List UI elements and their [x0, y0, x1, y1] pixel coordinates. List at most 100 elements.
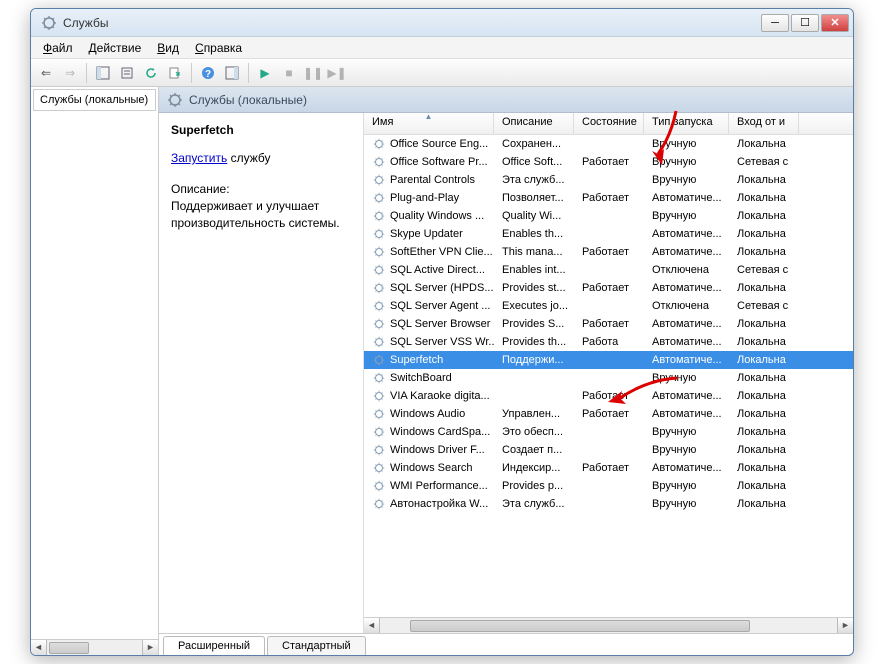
service-row[interactable]: Plug-and-PlayПозволяет...РаботаетАвтомат…: [364, 189, 853, 207]
service-row[interactable]: WMI Performance...Provides p...ВручнуюЛо…: [364, 477, 853, 495]
service-row[interactable]: SoftEther VPN Clie...This mana...Работае…: [364, 243, 853, 261]
cell-startup: Вручную: [644, 443, 729, 457]
minimize-button[interactable]: ─: [761, 14, 789, 32]
cell-name: Office Source Eng...: [364, 136, 494, 152]
service-row[interactable]: SQL Server Agent ...Executes jo...Отключ…: [364, 297, 853, 315]
cell-desc: This mana...: [494, 245, 574, 259]
cell-desc: Поддержи...: [494, 353, 574, 367]
maximize-button[interactable]: ☐: [791, 14, 819, 32]
services-window: Службы ─ ☐ ✕ Файл Действие Вид Справка ⇐…: [30, 8, 854, 656]
list-hscrollbar[interactable]: ◄ ►: [364, 617, 853, 633]
menu-view[interactable]: Вид: [149, 39, 187, 57]
service-row[interactable]: Skype UpdaterEnables th...Автоматиче...Л…: [364, 225, 853, 243]
service-row[interactable]: Office Source Eng...Сохранен...ВручнуюЛо…: [364, 135, 853, 153]
service-row[interactable]: SwitchBoardВручнуюЛокальна: [364, 369, 853, 387]
cell-startup: Вручную: [644, 209, 729, 223]
cell-logon: Сетевая с: [729, 263, 799, 277]
forward-button[interactable]: ⇒: [59, 62, 81, 84]
properties-button[interactable]: [116, 62, 138, 84]
cell-status: Работа: [574, 335, 644, 349]
start-link[interactable]: Запустить: [171, 151, 227, 165]
cell-logon: Локальна: [729, 281, 799, 295]
close-button[interactable]: ✕: [821, 14, 849, 32]
cell-desc: Создает п...: [494, 443, 574, 457]
show-hide-tree-button[interactable]: [92, 62, 114, 84]
scroll-left-icon[interactable]: ◄: [31, 640, 47, 656]
view-tabs: Расширенный Стандартный: [159, 633, 853, 655]
list-body[interactable]: Office Source Eng...Сохранен...ВручнуюЛо…: [364, 135, 853, 617]
service-row[interactable]: Office Software Pr...Office Soft...Работ…: [364, 153, 853, 171]
cell-startup: Вручную: [644, 137, 729, 151]
help-button[interactable]: ?: [197, 62, 219, 84]
col-startup[interactable]: Тип запуска: [644, 113, 729, 134]
refresh-button[interactable]: [140, 62, 162, 84]
tree-root-item[interactable]: Службы (локальные): [33, 89, 156, 111]
service-row[interactable]: Автонастройка W...Эта служб...ВручнуюЛок…: [364, 495, 853, 513]
scroll-right-icon[interactable]: ►: [142, 640, 158, 656]
pause-service-button[interactable]: ❚❚: [302, 62, 324, 84]
show-hide-action-button[interactable]: [221, 62, 243, 84]
cell-status: [574, 449, 644, 451]
tab-extended[interactable]: Расширенный: [163, 636, 265, 655]
cell-logon: Локальна: [729, 371, 799, 385]
restart-service-button[interactable]: ▶❚: [326, 62, 348, 84]
scroll-thumb[interactable]: [410, 620, 750, 632]
col-logon[interactable]: Вход от и: [729, 113, 799, 134]
cell-logon: Локальна: [729, 389, 799, 403]
cell-logon: Локальна: [729, 425, 799, 439]
cell-desc: Enables th...: [494, 227, 574, 241]
app-icon: [41, 15, 57, 31]
content-area: Службы (локальные) ◄ ► Службы (локальные…: [31, 87, 853, 655]
service-row[interactable]: SQL Server VSS Wr...Provides th...Работа…: [364, 333, 853, 351]
scroll-thumb[interactable]: [49, 642, 89, 654]
cell-desc: [494, 395, 574, 397]
service-row[interactable]: Windows SearchИндексир...РаботаетАвтомат…: [364, 459, 853, 477]
cell-desc: Позволяет...: [494, 191, 574, 205]
cell-desc: Это обесп...: [494, 425, 574, 439]
start-service-button[interactable]: ▶: [254, 62, 276, 84]
cell-desc: Provides th...: [494, 335, 574, 349]
cell-startup: Автоматиче...: [644, 245, 729, 259]
cell-name: Windows Search: [364, 460, 494, 476]
export-button[interactable]: [164, 62, 186, 84]
cell-desc: Индексир...: [494, 461, 574, 475]
col-status[interactable]: Состояние: [574, 113, 644, 134]
service-row[interactable]: SuperfetchПоддержи...Автоматиче...Локаль…: [364, 351, 853, 369]
service-row[interactable]: SQL Server (HPDS...Provides st...Работае…: [364, 279, 853, 297]
menu-file[interactable]: Файл: [35, 39, 81, 57]
cell-startup: Отключена: [644, 299, 729, 313]
service-row[interactable]: VIA Karaoke digita...РаботаетАвтоматиче.…: [364, 387, 853, 405]
separator: [191, 63, 192, 83]
cell-logon: Локальна: [729, 407, 799, 421]
service-row[interactable]: Windows AudioУправлен...РаботаетАвтомати…: [364, 405, 853, 423]
scroll-right-icon[interactable]: ►: [837, 618, 853, 633]
right-body: Superfetch Запустить службу Описание: По…: [159, 113, 853, 633]
col-desc[interactable]: Описание: [494, 113, 574, 134]
service-row[interactable]: Windows CardSpa...Это обесп...ВручнуюЛок…: [364, 423, 853, 441]
col-name[interactable]: Имя▲: [364, 113, 494, 134]
description-label: Описание:: [171, 182, 230, 196]
service-row[interactable]: Quality Windows ...Quality Wi...ВручнуюЛ…: [364, 207, 853, 225]
service-row[interactable]: Windows Driver F...Создает п...ВручнуюЛо…: [364, 441, 853, 459]
tab-standard[interactable]: Стандартный: [267, 636, 366, 655]
cell-name: SQL Active Direct...: [364, 262, 494, 278]
cell-logon: Локальна: [729, 227, 799, 241]
cell-startup: Вручную: [644, 155, 729, 169]
titlebar[interactable]: Службы ─ ☐ ✕: [31, 9, 853, 37]
stop-service-button[interactable]: ■: [278, 62, 300, 84]
service-row[interactable]: SQL Active Direct...Enables int...Отключ…: [364, 261, 853, 279]
cell-startup: Автоматиче...: [644, 335, 729, 349]
menu-action[interactable]: Действие: [81, 39, 150, 57]
cell-status: [574, 233, 644, 235]
scroll-left-icon[interactable]: ◄: [364, 618, 380, 633]
cell-status: Работает: [574, 461, 644, 475]
service-row[interactable]: Parental ControlsЭта служб...ВручнуюЛока…: [364, 171, 853, 189]
description-text: Поддерживает и улучшает производительнос…: [171, 199, 340, 230]
toolbar: ⇐ ⇒ ? ▶ ■ ❚❚ ▶❚: [31, 59, 853, 87]
tree-hscrollbar[interactable]: ◄ ►: [31, 639, 158, 655]
service-row[interactable]: SQL Server BrowserProvides S...РаботаетА…: [364, 315, 853, 333]
cell-logon: Сетевая с: [729, 299, 799, 313]
menu-help[interactable]: Справка: [187, 39, 250, 57]
back-button[interactable]: ⇐: [35, 62, 57, 84]
cell-logon: Сетевая с: [729, 155, 799, 169]
